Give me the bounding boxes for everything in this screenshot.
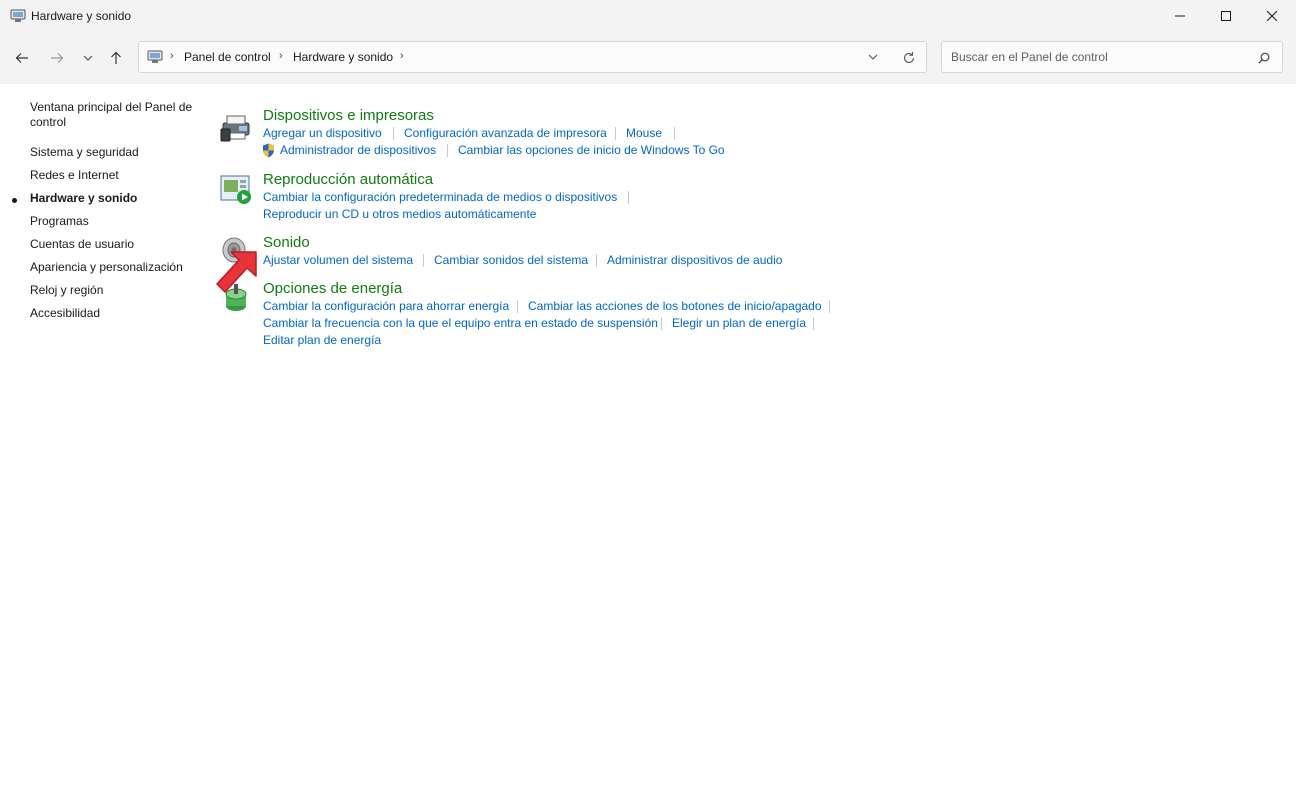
link-device-manager[interactable]: Administrador de dispositivos — [280, 143, 436, 157]
link-change-default-media[interactable]: Cambiar la configuración predeterminada … — [263, 190, 617, 204]
search-input[interactable]: Buscar en el Panel de control — [941, 41, 1283, 73]
recent-locations-button[interactable] — [76, 47, 100, 69]
link-separator — [829, 300, 830, 313]
shield-icon — [263, 143, 274, 158]
refresh-icon[interactable] — [902, 51, 916, 65]
control-panel-icon — [10, 9, 26, 22]
link-separator — [628, 191, 629, 204]
breadcrumb-separator[interactable]: › — [279, 50, 283, 62]
link-power-button-actions[interactable]: Cambiar las acciones de los botones de i… — [528, 299, 822, 313]
link-manage-audio-devices[interactable]: Administrar dispositivos de audio — [607, 253, 782, 267]
back-button[interactable] — [10, 47, 34, 69]
category-title-autoplay[interactable]: Reproducción automática — [263, 171, 433, 188]
link-add-device[interactable]: Agregar un dispositivo — [263, 126, 382, 140]
breadcrumb-separator[interactable]: › — [400, 50, 404, 62]
close-icon — [1267, 11, 1277, 21]
recent-chevron-icon — [83, 55, 93, 61]
link-separator — [596, 254, 597, 267]
autoplay-icon[interactable] — [219, 172, 253, 206]
maximize-button[interactable] — [1203, 0, 1249, 32]
link-separator — [674, 127, 675, 140]
sidebar-item-network[interactable]: Redes e Internet — [30, 168, 119, 183]
breadcrumb-hardware-y-sonido[interactable]: Hardware y sonido — [293, 50, 393, 64]
link-edit-power-plan[interactable]: Editar plan de energía — [263, 333, 381, 347]
forward-button[interactable] — [45, 47, 69, 69]
active-item-bullet — [12, 198, 17, 203]
sidebar-item-accessibility[interactable]: Accesibilidad — [30, 306, 100, 321]
link-change-system-sounds[interactable]: Cambiar sonidos del sistema — [434, 253, 588, 267]
sidebar-item-hardware-sound[interactable]: Hardware y sonido — [30, 191, 137, 206]
link-separator — [447, 144, 448, 157]
link-advanced-printer-setup[interactable]: Configuración avanzada de impresora — [404, 126, 607, 140]
navigation-bar: › Panel de control › Hardware y sonido ›… — [0, 32, 1296, 84]
sidebar-item-clock-region[interactable]: Reloj y región — [30, 283, 103, 298]
link-mouse[interactable]: Mouse — [626, 126, 662, 140]
title-bar: Hardware y sonido — [0, 0, 1296, 32]
sidebar-item-programs[interactable]: Programas — [30, 214, 89, 229]
up-arrow-icon — [111, 51, 121, 64]
window-title: Hardware y sonido — [31, 9, 132, 23]
link-separator — [661, 317, 662, 330]
printer-icon[interactable] — [219, 111, 253, 145]
maximize-icon — [1221, 11, 1231, 21]
control-panel-icon — [147, 50, 163, 63]
sidebar-item-home[interactable]: Ventana principal del Panel de control — [30, 100, 205, 130]
address-dropdown-icon[interactable] — [868, 54, 878, 61]
address-bar[interactable]: › Panel de control › Hardware y sonido › — [138, 41, 927, 73]
sidebar-item-user-accounts[interactable]: Cuentas de usuario — [30, 237, 134, 252]
sidebar-item-system-security[interactable]: Sistema y seguridad — [30, 145, 139, 160]
minimize-button[interactable] — [1157, 0, 1203, 32]
minimize-icon — [1175, 15, 1185, 17]
category-title-sound[interactable]: Sonido — [263, 234, 310, 251]
link-separator — [813, 317, 814, 330]
category-title-power-options[interactable]: Opciones de energía — [263, 280, 402, 297]
search-icon[interactable] — [1258, 52, 1270, 64]
link-separator — [517, 300, 518, 313]
link-windows-to-go[interactable]: Cambiar las opciones de inicio de Window… — [458, 143, 725, 157]
link-separator — [615, 127, 616, 140]
link-play-cd-automatically[interactable]: Reproducir un CD u otros medios automáti… — [263, 207, 536, 221]
search-placeholder: Buscar en el Panel de control — [951, 50, 1108, 64]
annotation-arrow-icon — [216, 251, 257, 293]
link-separator — [393, 127, 394, 140]
breadcrumb-panel-de-control[interactable]: Panel de control — [184, 50, 271, 64]
link-separator — [423, 254, 424, 267]
close-button[interactable] — [1249, 0, 1295, 32]
forward-arrow-icon — [51, 53, 64, 63]
link-adjust-system-volume[interactable]: Ajustar volumen del sistema — [263, 253, 413, 267]
content-area: Ventana principal del Panel de control S… — [0, 84, 1296, 792]
sidebar-item-appearance[interactable]: Apariencia y personalización — [30, 260, 183, 275]
link-power-saving-settings[interactable]: Cambiar la configuración para ahorrar en… — [263, 299, 509, 313]
back-arrow-icon — [15, 53, 28, 63]
link-choose-power-plan[interactable]: Elegir un plan de energía — [672, 316, 806, 330]
category-title-devices-printers[interactable]: Dispositivos e impresoras — [263, 107, 434, 124]
link-sleep-frequency[interactable]: Cambiar la frecuencia con la que el equi… — [263, 316, 658, 330]
breadcrumb-separator[interactable]: › — [170, 50, 174, 62]
up-button[interactable] — [104, 47, 128, 69]
